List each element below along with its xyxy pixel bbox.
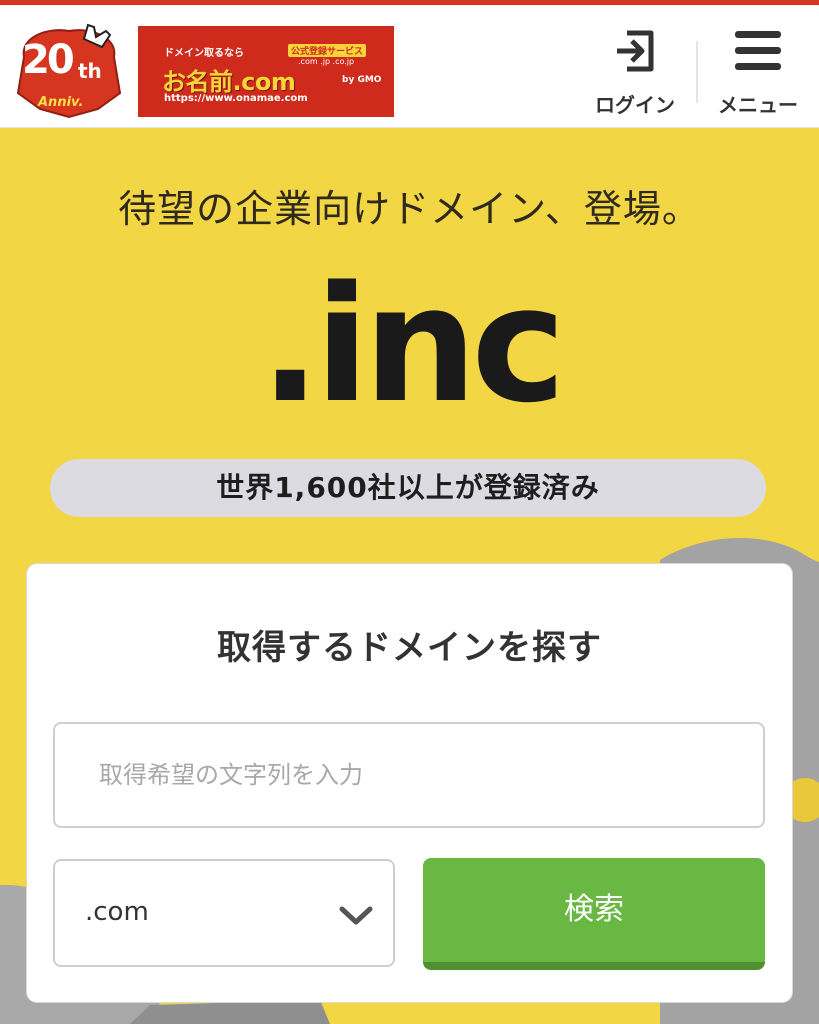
anniversary-suffix: th	[78, 59, 102, 83]
menu-button[interactable]: メニュー	[708, 25, 808, 121]
login-button[interactable]: ログイン	[588, 25, 682, 121]
login-icon	[617, 30, 654, 72]
login-label: ログイン	[595, 93, 675, 117]
brand-tld-list: .com .jp .co.jp	[298, 57, 355, 66]
hamburger-icon	[735, 31, 781, 70]
header-divider	[696, 41, 698, 103]
brand-gmo: by GMO	[342, 75, 382, 85]
brand-official-badge: 公式登録サービス	[288, 44, 367, 57]
domain-search-input[interactable]	[53, 722, 765, 828]
onamae-brand-logo[interactable]: ドメイン取るなら 公式登録サービス .com .jp .co.jp お名前.co…	[138, 26, 394, 117]
anniversary-number: 20	[22, 37, 75, 83]
site-header: 20 th Anniv. ドメイン取るなら 公式登録サービス .com .jp …	[0, 0, 819, 128]
brand-tagline: ドメイン取るなら	[164, 48, 244, 59]
menu-label: メニュー	[718, 93, 798, 117]
anniversary-logo[interactable]: 20 th Anniv.	[14, 23, 124, 121]
search-title: 取得するドメインを探す	[217, 628, 602, 668]
hero-tld: .inc	[259, 251, 566, 438]
brand-url: https://www.onamae.com	[164, 93, 308, 104]
domain-search-card: 取得するドメインを探す .com 検索	[27, 564, 792, 1002]
registered-count-badge: 世界1,600社以上が登録済み	[50, 459, 766, 517]
hero-tagline: 待望の企業向けドメイン、登場。	[118, 187, 701, 231]
search-button[interactable]: 検索	[423, 858, 765, 970]
tld-select-value: .com	[85, 897, 149, 927]
anniversary-sub: Anniv.	[38, 95, 84, 110]
chevron-down-icon	[339, 906, 373, 925]
brand-name: お名前.com	[162, 68, 296, 96]
tld-select[interactable]: .com	[53, 859, 395, 967]
